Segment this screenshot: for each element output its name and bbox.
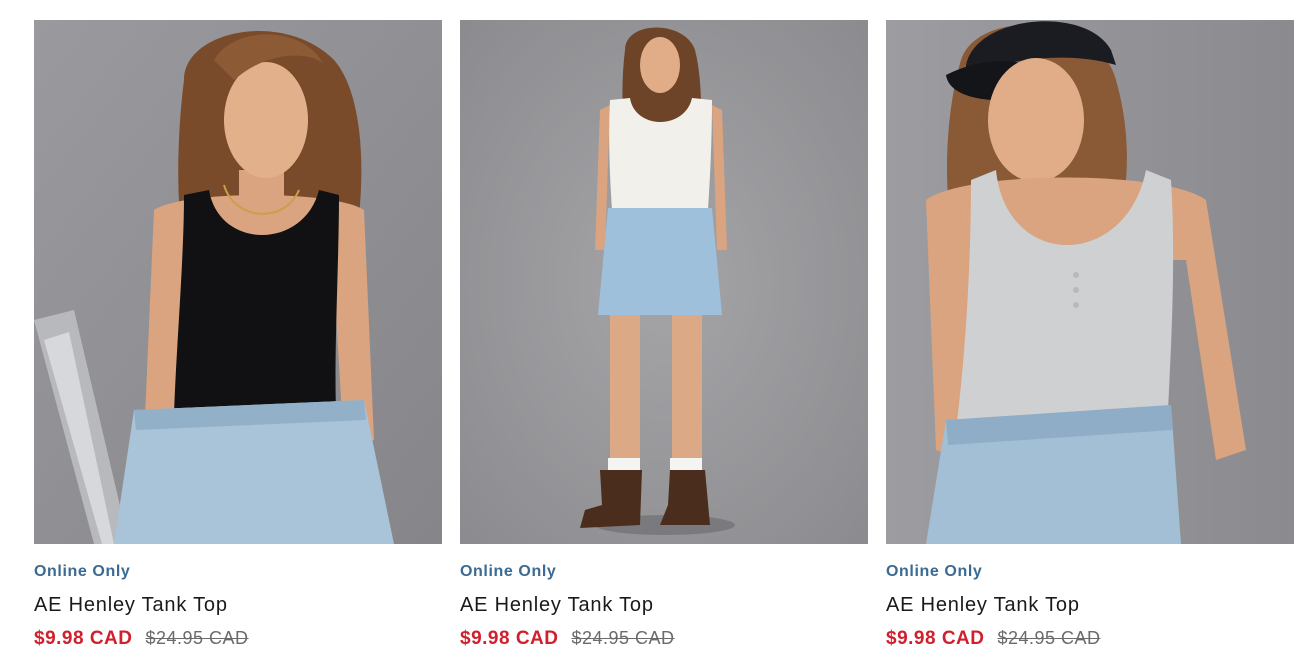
- product-card[interactable]: Online Only AE Henley Tank Top $9.98 CAD…: [34, 20, 442, 651]
- original-price: $24.95 CAD: [571, 628, 675, 648]
- sale-price: $9.98 CAD: [460, 628, 559, 649]
- price-row: $9.98 CAD $24.95 CAD: [886, 626, 1294, 651]
- product-card[interactable]: Online Only AE Henley Tank Top $9.98 CAD…: [460, 20, 868, 651]
- product-card[interactable]: Online Only AE Henley Tank Top $9.98 CAD…: [886, 20, 1294, 651]
- product-image[interactable]: [886, 20, 1294, 544]
- original-price: $24.95 CAD: [997, 628, 1101, 648]
- online-only-badge: Online Only: [460, 563, 557, 580]
- product-photo-black-tank: [34, 20, 442, 544]
- product-name[interactable]: AE Henley Tank Top: [34, 593, 442, 617]
- price-row: $9.98 CAD $24.95 CAD: [34, 626, 442, 651]
- product-image[interactable]: [460, 20, 868, 544]
- sale-price: $9.98 CAD: [34, 628, 133, 649]
- original-price: $24.95 CAD: [145, 628, 249, 648]
- product-name[interactable]: AE Henley Tank Top: [886, 593, 1294, 617]
- product-photo-white-tank: [460, 20, 868, 544]
- price-row: $9.98 CAD $24.95 CAD: [460, 626, 868, 651]
- sale-price: $9.98 CAD: [886, 628, 985, 649]
- online-only-badge: Online Only: [34, 563, 131, 580]
- product-photo-grey-tank: [886, 20, 1294, 544]
- product-name[interactable]: AE Henley Tank Top: [460, 593, 868, 617]
- online-only-badge: Online Only: [886, 563, 983, 580]
- product-image[interactable]: [34, 20, 442, 544]
- product-grid: Online Only AE Henley Tank Top $9.98 CAD…: [34, 20, 1294, 651]
